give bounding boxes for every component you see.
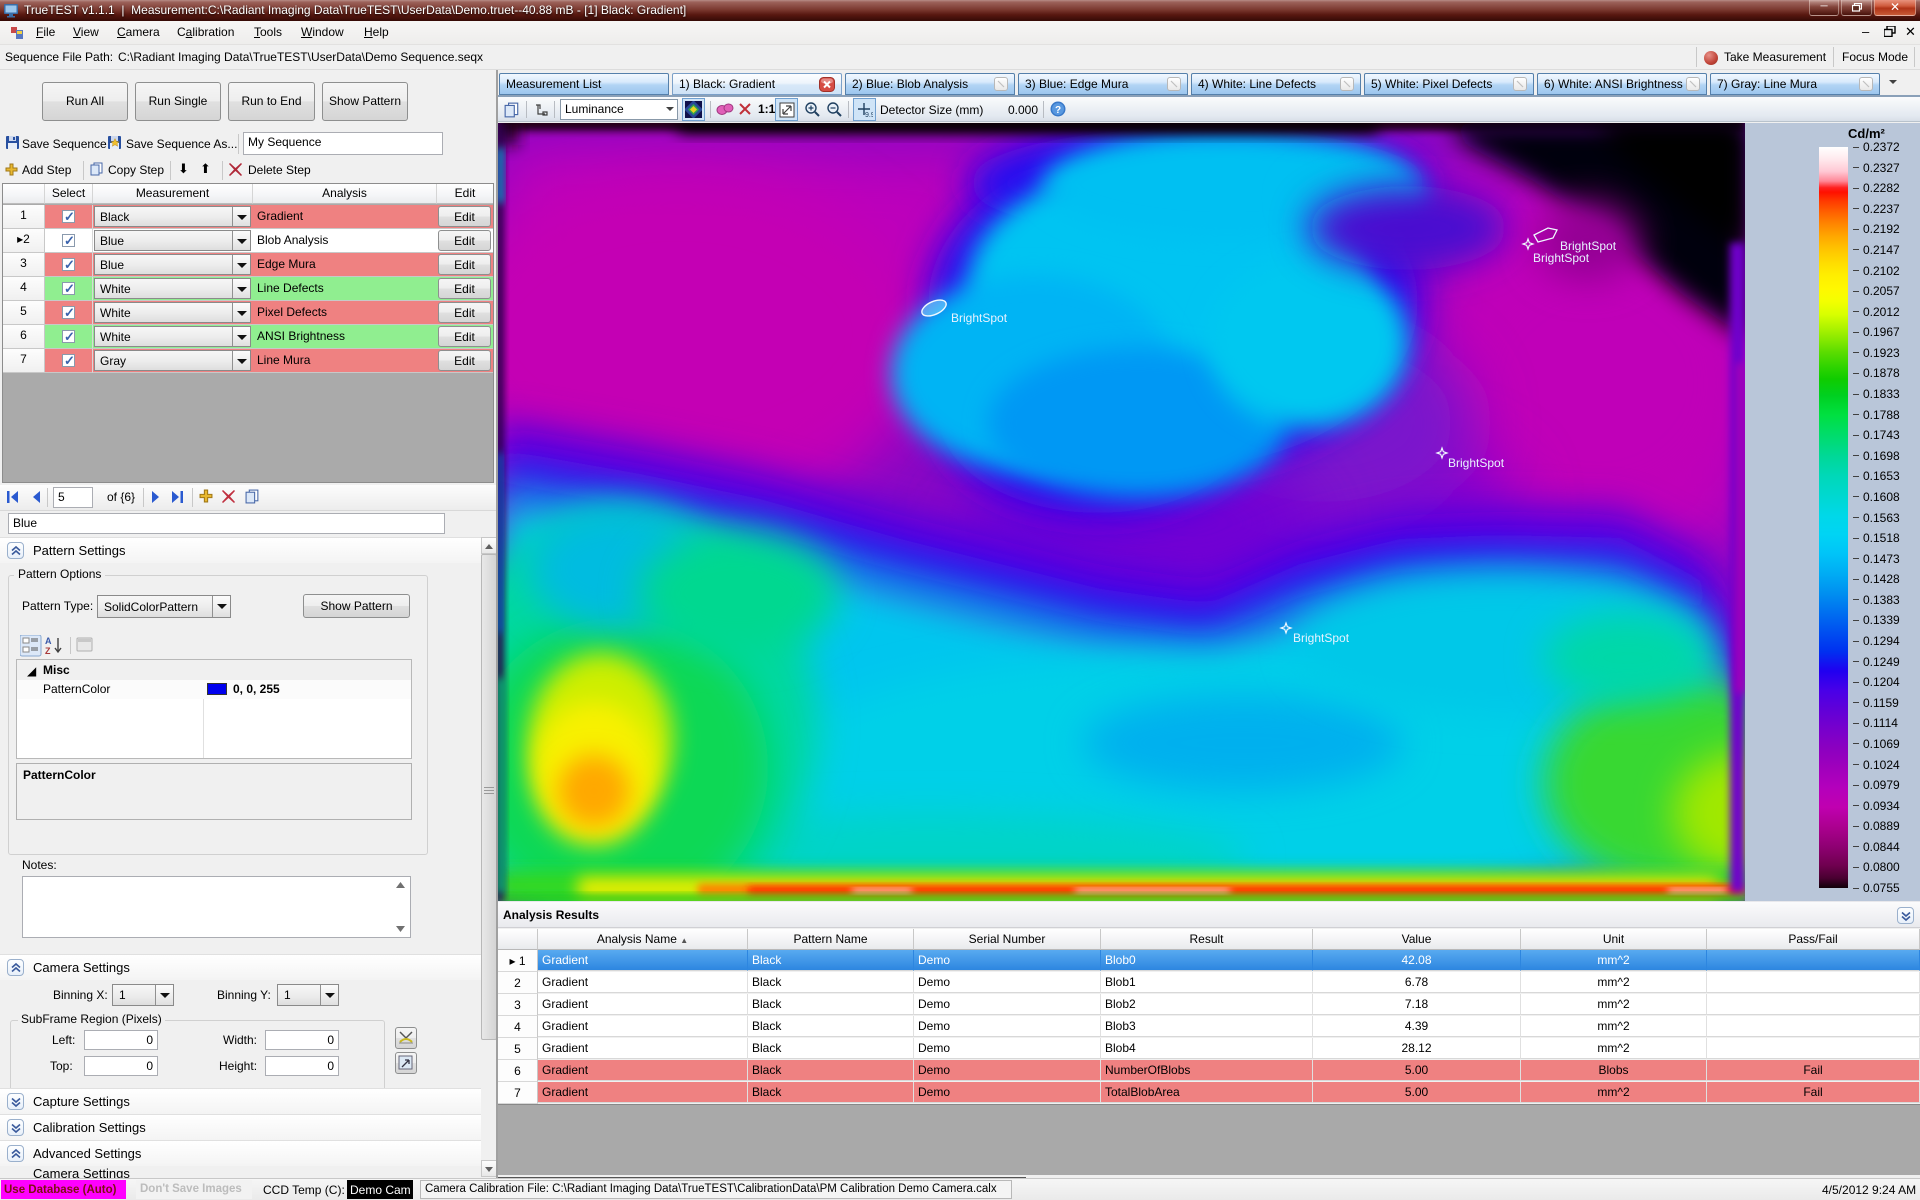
svg-text:A: A (45, 636, 52, 646)
svg-text:?: ? (1055, 105, 1061, 116)
svg-text:BrightSpot: BrightSpot (951, 311, 1008, 325)
svg-text:9.9: 9.9 (865, 112, 873, 118)
svg-text:BrightSpot: BrightSpot (1293, 631, 1350, 645)
svg-text:BrightSpot: BrightSpot (1448, 456, 1505, 470)
svg-text:Z: Z (45, 646, 51, 656)
svg-text:BrightSpot: BrightSpot (1533, 251, 1590, 265)
